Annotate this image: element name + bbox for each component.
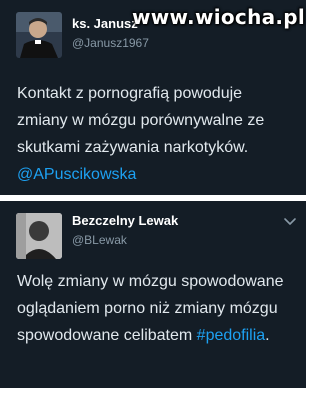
- tweet-text: Kontakt z pornografią powoduje zmiany w …: [17, 80, 296, 188]
- tweet-author-handle[interactable]: @Janusz1967: [72, 36, 149, 50]
- tweet-author-name[interactable]: Bezczelny Lewak: [72, 213, 178, 228]
- priest-avatar-icon[interactable]: [16, 12, 62, 58]
- hashtag-link[interactable]: #pedofilia: [197, 327, 266, 344]
- tweet-card[interactable]: ks. Janusz @Janusz1967 Kontakt z pornogr…: [0, 0, 306, 195]
- person-avatar-icon[interactable]: [16, 213, 62, 259]
- watermark: www.wiocha.pl: [132, 5, 306, 29]
- tweet-text-content: Kontakt z pornografią powoduje zmiany w …: [17, 85, 265, 156]
- tweet-text: Wolę zmiany w mózgu spowodowane oglądani…: [17, 268, 296, 349]
- tweet-author-name[interactable]: ks. Janusz: [72, 16, 138, 31]
- tweet-card[interactable]: Bezczelny Lewak @BLewak Wolę zmiany w mó…: [0, 201, 306, 388]
- mention-link[interactable]: @APuscikowska: [17, 166, 136, 183]
- tweet-author-handle[interactable]: @BLewak: [72, 233, 127, 247]
- screenshot: ks. Janusz @Janusz1967 Kontakt z pornogr…: [0, 0, 314, 395]
- page-margin: [306, 0, 314, 395]
- chevron-down-icon[interactable]: [282, 213, 298, 229]
- tweet-text-tail: .: [265, 327, 270, 344]
